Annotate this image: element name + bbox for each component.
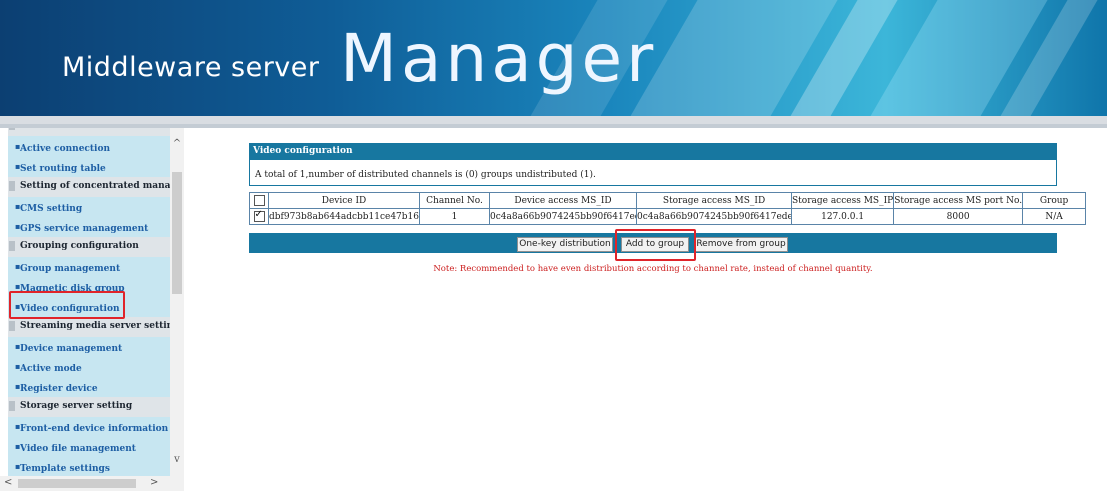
device-id-cell: dbf973b8ab644adcbb11ce47b16d3a4b <box>268 208 420 225</box>
table-row[interactable]: dbf973b8ab644adcbb11ce47b16d3a4b 1 0c4a8… <box>249 208 1087 225</box>
storage-port-cell: 8000 <box>893 208 1024 225</box>
sidebar-header-storage-server: Storage server setting <box>8 397 170 417</box>
summary-text: A total of 1,number of distributed chann… <box>255 170 596 180</box>
sidebar-horizontal-scrollbar[interactable]: < > <box>0 476 184 491</box>
scroll-up-icon[interactable]: ^ <box>172 138 182 149</box>
row-checkbox[interactable] <box>253 210 265 222</box>
add-to-group-highlight <box>615 229 696 261</box>
sidebar-header-label: Storage server setting <box>20 401 133 411</box>
banner-title-small: Middleware server <box>62 52 320 83</box>
sidebar-header-label: Setting of concentrated manage <box>20 181 170 191</box>
menu-section-icon <box>9 128 15 130</box>
sidebar-item-label: Front-end device information <box>20 424 169 434</box>
storage-ms-id-cell: 0c4a8a66b9074245bb90f6417ede8bd6 <box>636 208 792 225</box>
scrollbar-thumb[interactable] <box>18 479 136 488</box>
channel-table: Device ID Channel No. Device access MS_I… <box>249 192 1087 225</box>
select-all-cell[interactable] <box>249 192 269 209</box>
sidebar-item-label: Video file management <box>20 444 136 454</box>
banner-title-big: Manager <box>340 20 658 97</box>
sidebar-header-grouping: Grouping configuration <box>8 237 170 257</box>
row-select-cell[interactable] <box>249 208 269 225</box>
sidebar-item-front-end-device[interactable]: ▪ Front-end device information <box>8 418 170 438</box>
scroll-down-icon[interactable]: v <box>172 454 182 465</box>
sidebar-item-group-management[interactable]: ▪ Group management <box>8 258 170 278</box>
sidebar-item-active-connection[interactable]: ▪ Active connection <box>8 138 170 158</box>
remove-from-group-button[interactable]: Remove from group <box>694 237 788 252</box>
sidebar-header-label: Streaming media server setting <box>20 321 170 331</box>
menu-section-icon <box>9 181 15 191</box>
scroll-left-icon[interactable]: < <box>4 477 12 488</box>
one-key-distribution-button[interactable]: One-key distribution <box>517 237 613 252</box>
sidebar-item-active-mode[interactable]: ▪ Active mode <box>8 358 170 378</box>
storage-ip-cell: 127.0.0.1 <box>790 208 895 225</box>
sidebar-item-cms-setting[interactable]: ▪ CMS setting <box>8 198 170 218</box>
panel-title: Video configuration <box>253 146 353 156</box>
sidebar-item-label: GPS service management <box>20 224 149 234</box>
sidebar-header-label: Grouping configuration <box>20 241 139 251</box>
sidebar-header-partial <box>8 128 170 136</box>
sidebar-vertical-scrollbar[interactable]: ^ v <box>170 128 184 476</box>
sidebar-item-register-device[interactable]: ▪ Register device <box>8 378 170 398</box>
distribution-note: Note: Recommended to have even distribut… <box>433 264 873 274</box>
select-all-checkbox[interactable] <box>253 195 265 206</box>
device-ms-id-cell: 0c4a8a66b9074245bb90f6417ede8bd6 <box>489 208 637 225</box>
sidebar-item-video-file-management[interactable]: ▪ Video file management <box>8 438 170 458</box>
column-header: Storage access MS_ID <box>636 192 792 209</box>
column-header: Storage access MS_IP <box>790 192 895 209</box>
column-header: Device access MS_ID <box>489 192 637 209</box>
sidebar-item-label: Active connection <box>20 144 111 154</box>
sidebar-item-device-management[interactable]: ▪ Device management <box>8 338 170 358</box>
selected-item-highlight <box>9 291 125 319</box>
sidebar-item-label: Active mode <box>20 364 82 374</box>
sidebar-item-set-routing-table[interactable]: ▪ Set routing table <box>8 158 170 178</box>
menu-section-icon <box>9 241 15 251</box>
column-header: Channel No. <box>419 192 490 209</box>
sidebar-item-template-settings[interactable]: ▪ Template settings <box>8 458 170 476</box>
sidebar-header-concentrated-manage: Setting of concentrated manage <box>8 177 170 197</box>
app-banner: Middleware server Manager <box>0 0 1107 116</box>
table-header-row: Device ID Channel No. Device access MS_I… <box>249 192 1087 209</box>
scrollbar-thumb[interactable] <box>172 172 182 294</box>
sidebar-header-streaming-media: Streaming media server setting <box>8 317 170 337</box>
sidebar-item-label: Template settings <box>20 464 110 474</box>
scroll-right-icon[interactable]: > <box>150 477 158 488</box>
sidebar-item-label: Group management <box>20 264 121 274</box>
menu-section-icon <box>9 321 15 331</box>
sidebar-item-gps-service[interactable]: ▪ GPS service management <box>8 218 170 238</box>
column-header: Device ID <box>268 192 420 209</box>
panel-header: Video configuration <box>249 143 1057 160</box>
column-header: Group <box>1022 192 1087 209</box>
sidebar-item-label: Set routing table <box>20 164 106 174</box>
distribution-summary: A total of 1,number of distributed chann… <box>249 160 1057 186</box>
column-header: Storage access MS port No. <box>893 192 1024 209</box>
sidebar-item-label: Device management <box>20 344 123 354</box>
group-cell: N/A <box>1022 208 1087 225</box>
channel-cell: 1 <box>419 208 490 225</box>
menu-section-icon <box>9 401 15 411</box>
sidebar-item-label: Register device <box>20 384 98 394</box>
sidebar-item-label: CMS setting <box>20 204 83 214</box>
header-divider <box>0 116 1107 124</box>
